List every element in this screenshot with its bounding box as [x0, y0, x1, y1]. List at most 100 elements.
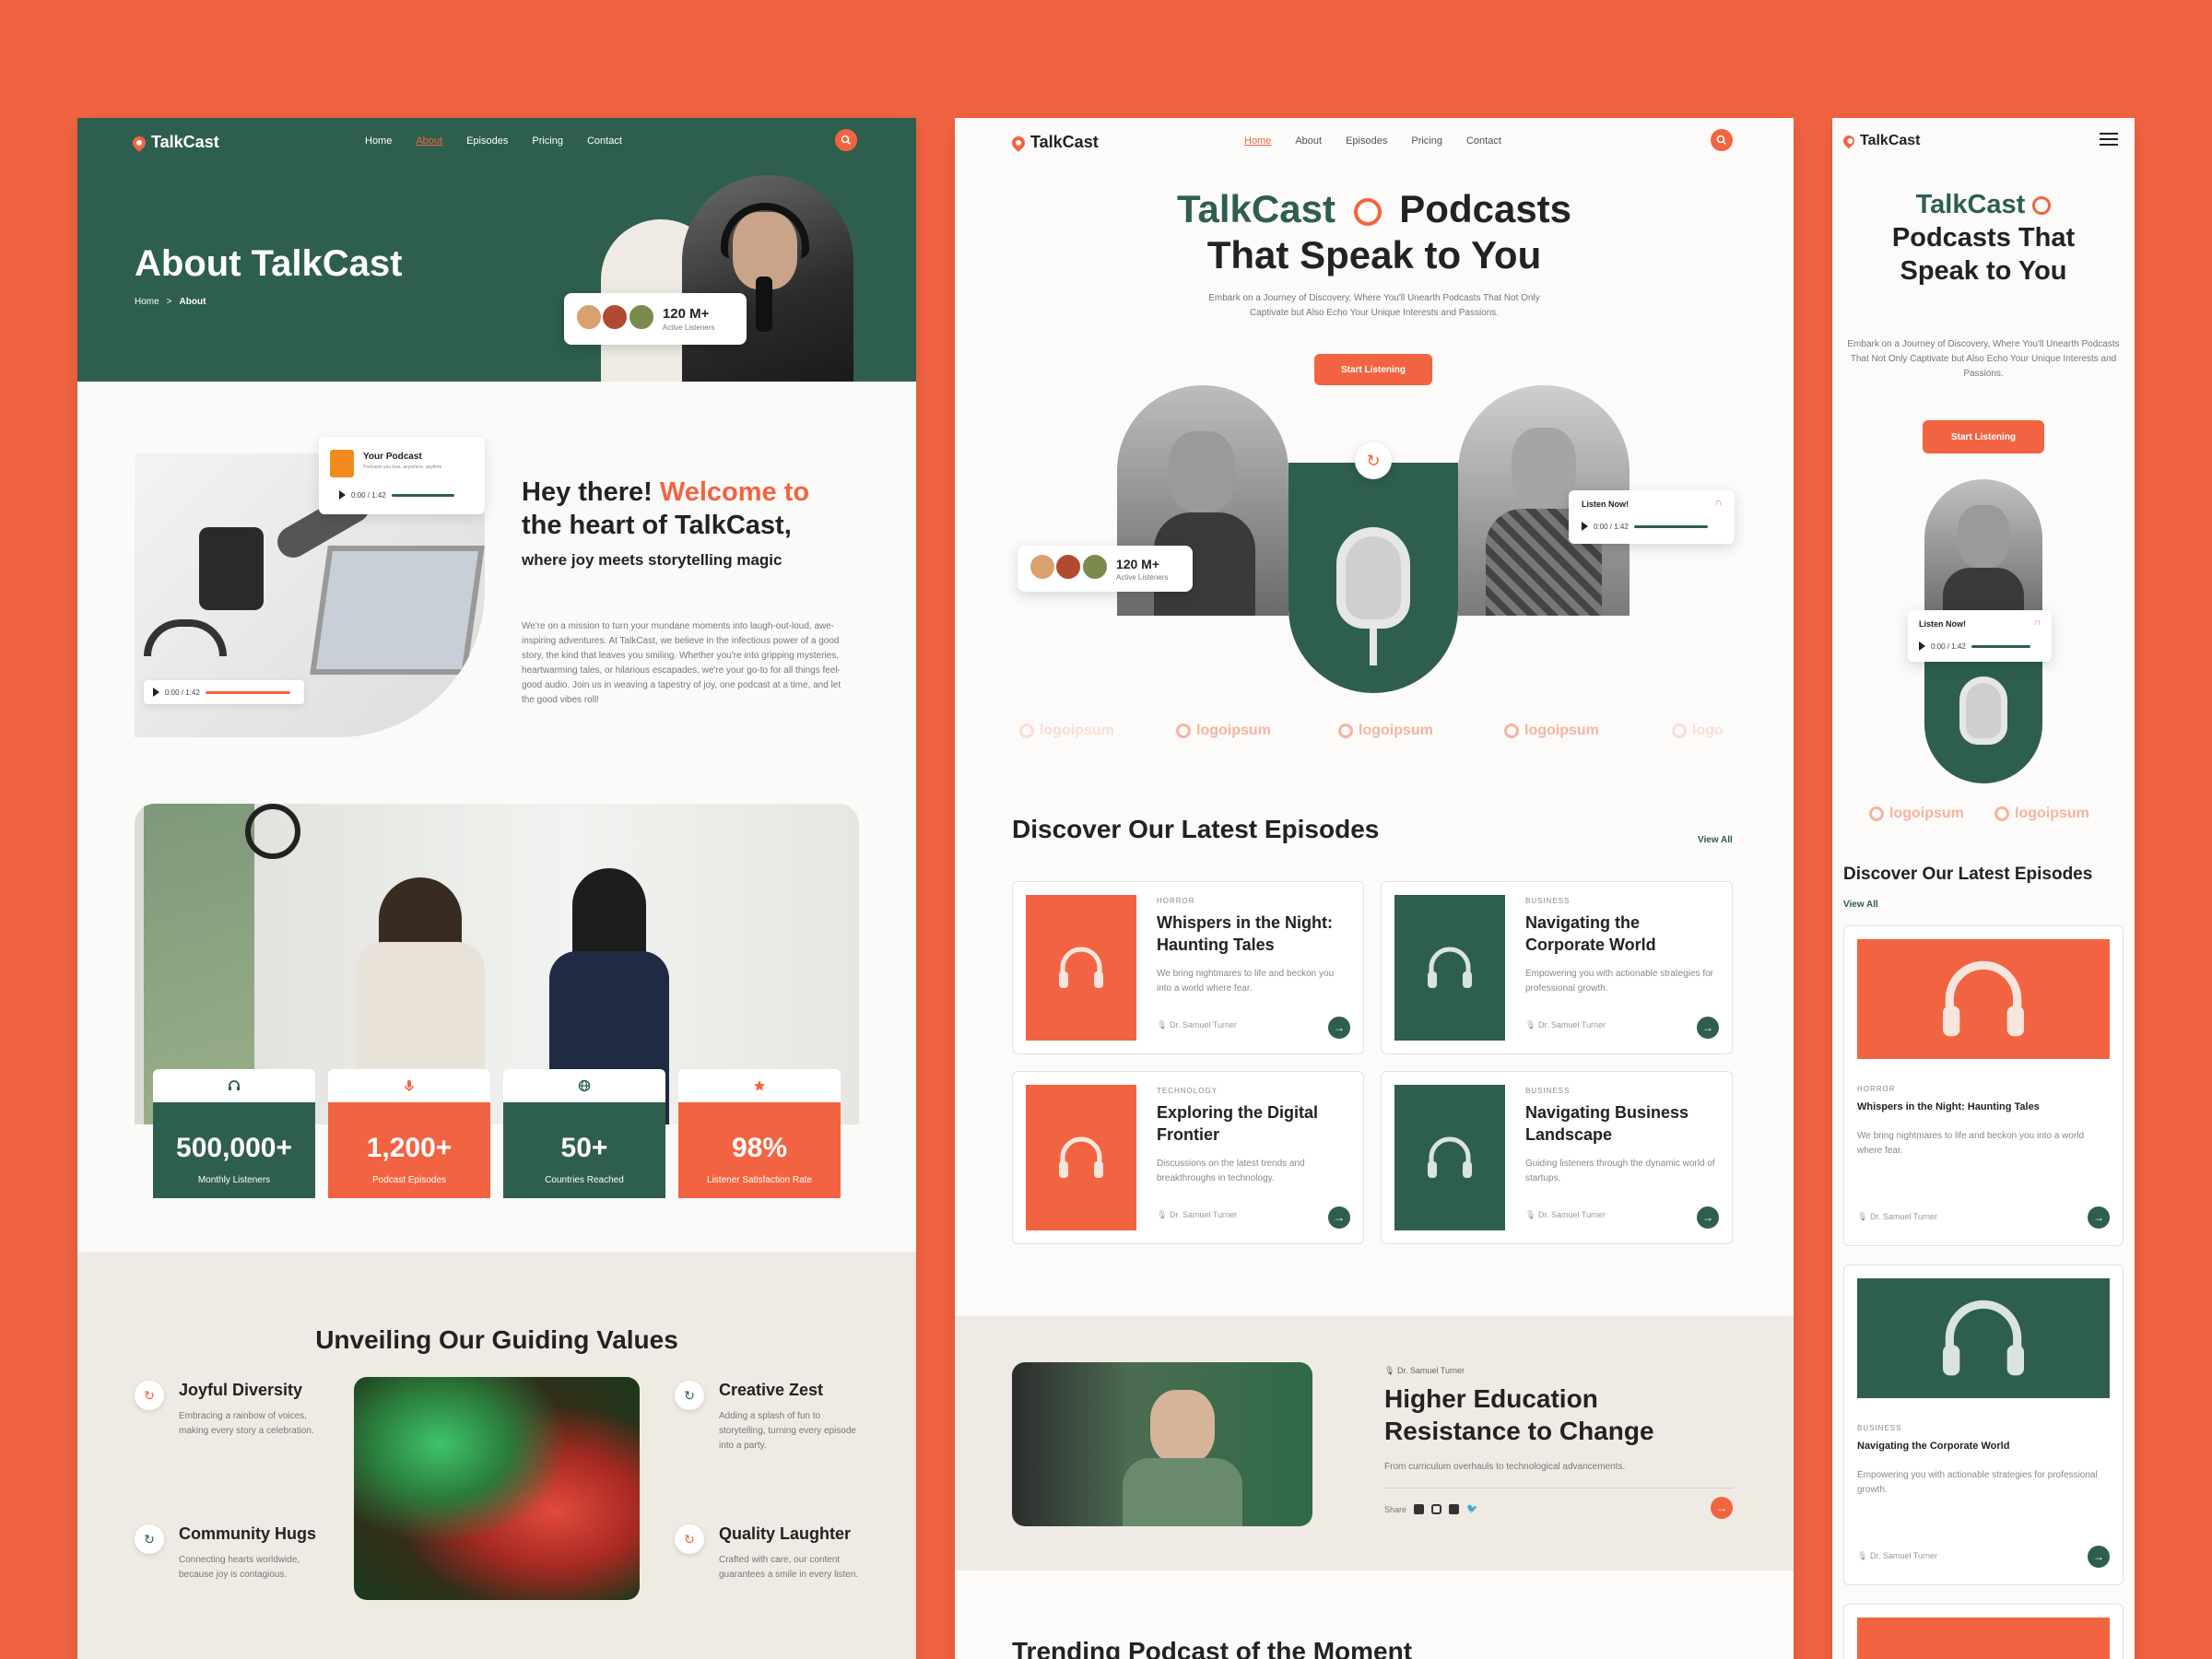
globe-icon [503, 1069, 665, 1102]
nav-episodes[interactable]: Episodes [466, 135, 508, 147]
arrow-right-icon[interactable]: → [2088, 1206, 2110, 1229]
breadcrumb-current: About [179, 297, 206, 307]
nav-about[interactable]: About [1295, 135, 1322, 147]
episode-title[interactable]: Navigating Business Landscape [1525, 1101, 1719, 1146]
stat-label: Podcast Episodes [371, 1175, 447, 1185]
stat-value: 500,000+ [176, 1133, 292, 1163]
stat-card-listeners: 500,000+ Monthly Listeners [153, 1069, 315, 1198]
player-time: 0:00 / 1:42 [1931, 641, 1966, 651]
episode-title[interactable]: Whispers in the Night: Haunting Tales [1157, 912, 1350, 956]
episode-card[interactable]: HORROR Whispers in the Night: Haunting T… [1843, 925, 2124, 1246]
nav-pricing[interactable]: Pricing [532, 135, 563, 147]
episode-author: 🎙 Dr. Samuel Turner [1525, 1210, 1606, 1219]
refresh-badge[interactable]: ↻ [1355, 442, 1392, 479]
welcome-heading: Hey there! Welcome to the heart of TalkC… [522, 476, 872, 542]
partner-logo: logoipsum [1504, 723, 1599, 739]
progress-bar[interactable] [1633, 524, 1708, 528]
nav-episodes[interactable]: Episodes [1346, 135, 1387, 147]
value-quality-laughter: ↻ Quality Laughter Crafted with care, ou… [675, 1524, 868, 1583]
play-icon[interactable] [153, 688, 159, 697]
stat-value: 50+ [560, 1133, 608, 1163]
arrow-right-icon[interactable]: → [1697, 1206, 1719, 1229]
start-listening-button[interactable]: Start Listening [1923, 420, 2044, 453]
listen-now-player[interactable]: 0:00 / 1:42 [1919, 641, 2030, 651]
breadcrumb-separator: > [166, 297, 172, 307]
brand-name: TalkCast [151, 133, 219, 151]
listen-now-player[interactable]: 0:00 / 1:42 [1582, 522, 1708, 531]
episode-card[interactable]: BUSINESS Navigating Business Landscape G… [1381, 1071, 1733, 1244]
player-time: 0:00 / 1:42 [165, 688, 200, 697]
nav-about[interactable]: About [416, 135, 442, 147]
hero-host-photo [682, 175, 853, 382]
about-page-card: TalkCast Home About Episodes Pricing Con… [77, 118, 916, 1659]
episode-card[interactable]: HORROR Whispers in the Night: Haunting T… [1012, 881, 1364, 1054]
start-listening-button[interactable]: Start Listening [1314, 354, 1432, 385]
play-icon[interactable] [1582, 522, 1588, 531]
twitter-icon[interactable]: 🐦 [1466, 1504, 1477, 1514]
hero-title-word: Podcasts [1399, 187, 1572, 230]
breadcrumb: Home > About [135, 297, 206, 307]
view-all-link[interactable]: View All [1698, 835, 1733, 845]
headphones-icon [1943, 960, 2024, 1037]
value-joyful-diversity: ↻ Joyful Diversity Embracing a rainbow o… [135, 1381, 328, 1439]
view-all-link[interactable]: View All [1843, 900, 1878, 910]
progress-bar[interactable] [205, 690, 290, 694]
nav-pricing[interactable]: Pricing [1411, 135, 1442, 147]
featured-arrow-button[interactable]: → [1711, 1497, 1733, 1519]
brand-logo[interactable]: TalkCast [1841, 133, 1921, 149]
episode-card[interactable]: BUSINESS Navigating the Corporate World … [1381, 881, 1733, 1054]
refresh-icon: ↻ [675, 1381, 704, 1410]
headphones-icon [1059, 947, 1103, 988]
value-creative-zest: ↻ Creative Zest Adding a splash of fun t… [675, 1381, 868, 1453]
hamburger-menu-icon[interactable] [2100, 133, 2118, 146]
episode-desc: We bring nightmares to life and beckon y… [1157, 969, 1335, 994]
featured-title[interactable]: Higher Education Resistance to Change [1384, 1382, 1698, 1447]
pin-icon [130, 133, 148, 152]
nav-home[interactable]: Home [365, 135, 392, 147]
search-button[interactable] [835, 129, 857, 151]
avatar [627, 302, 655, 331]
headphones-icon [1059, 1136, 1103, 1178]
episode-category: BUSINESS [1525, 897, 1571, 905]
brand-logo[interactable]: TalkCast [1009, 133, 1099, 152]
search-button[interactable] [1711, 129, 1733, 151]
nav-contact[interactable]: Contact [1466, 135, 1501, 147]
episode-thumbnail [1857, 939, 2110, 1059]
progress-bar[interactable] [391, 493, 454, 497]
studio-player[interactable]: 0:00 / 1:42 [144, 680, 304, 704]
arrow-right-icon[interactable]: → [2088, 1546, 2110, 1568]
episode-card[interactable]: BUSINESS Navigating the Corporate World … [1843, 1265, 2124, 1585]
play-icon[interactable] [1919, 641, 1925, 651]
play-icon[interactable] [339, 490, 346, 500]
facebook-icon[interactable] [1414, 1504, 1425, 1514]
nav-home[interactable]: Home [1244, 135, 1271, 147]
instagram-icon[interactable] [1431, 1504, 1442, 1514]
podcast-card-player[interactable]: 0:00 / 1:42 [339, 490, 454, 500]
mobile-page-card: TalkCast TalkCast Podcasts That Speak to… [1832, 118, 2135, 1659]
episode-card[interactable]: TECHNOLOGY Exploring the Digital Frontie… [1012, 1071, 1364, 1244]
brand-name: TalkCast [1860, 133, 1921, 148]
listen-now-card[interactable]: Listen Now! ∩ 0:00 / 1:42 [1908, 610, 2052, 662]
nav-contact[interactable]: Contact [587, 135, 622, 147]
episode-title[interactable]: Navigating the Corporate World [1525, 912, 1719, 956]
value-title: Quality Laughter [719, 1524, 852, 1543]
arrow-right-icon[interactable]: → [1697, 1017, 1719, 1039]
brand-logo[interactable]: TalkCast [130, 133, 219, 152]
episode-title[interactable]: Exploring the Digital Frontier [1157, 1101, 1350, 1146]
arrow-right-icon[interactable]: → [1328, 1017, 1350, 1039]
episode-category: HORROR [1157, 897, 1195, 905]
episode-title[interactable]: Navigating the Corporate World [1857, 1441, 2009, 1452]
listen-now-title: Listen Now! [1582, 500, 1629, 509]
listen-now-card[interactable]: Listen Now! ∩ 0:00 / 1:42 [1569, 490, 1735, 544]
hero-title: TalkCast Podcasts That Speak to You [955, 186, 1794, 278]
arrow-right-icon[interactable]: → [1328, 1206, 1350, 1229]
breadcrumb-home[interactable]: Home [135, 297, 159, 307]
progress-bar[interactable] [1971, 644, 2030, 648]
linkedin-icon[interactable] [1449, 1504, 1460, 1514]
value-desc: Connecting hearts worldwide, because joy… [179, 1555, 300, 1580]
partner-logo: logoipsum [1019, 723, 1114, 739]
podcast-card[interactable]: Your Podcast Podcasts you love, anywhere… [319, 437, 485, 514]
welcome-heading-part1: Hey there! [522, 477, 660, 507]
episode-title[interactable]: Whispers in the Night: Haunting Tales [1857, 1101, 2040, 1112]
episode-author: 🎙 Dr. Samuel Turner [1525, 1020, 1606, 1030]
